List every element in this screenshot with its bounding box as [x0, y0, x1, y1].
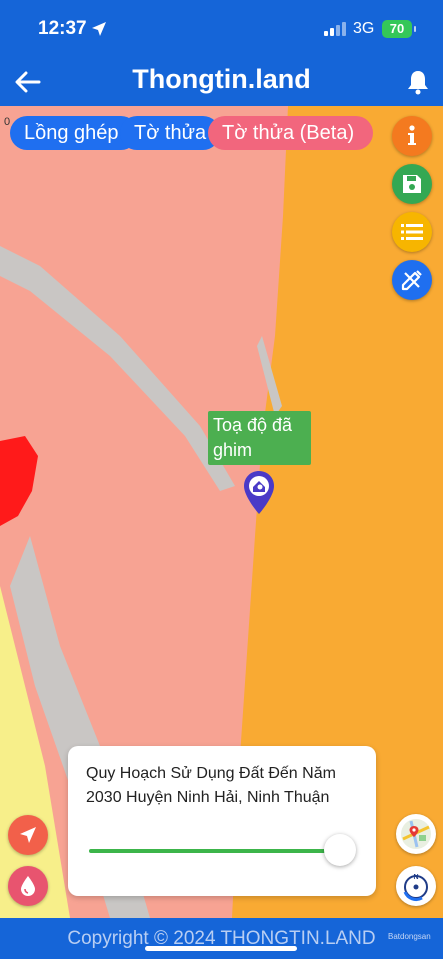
battery-indicator: 70: [382, 20, 416, 38]
status-bar: 12:37 3G 70: [0, 0, 443, 58]
notifications-button[interactable]: [402, 66, 434, 98]
compass-icon: N: [403, 874, 428, 901]
chip-to-thua[interactable]: Tờ thửa: [120, 116, 220, 150]
map-pin-icon[interactable]: [242, 470, 276, 516]
opacity-slider-track[interactable]: [89, 849, 339, 853]
app-title: Thongtin.land: [132, 64, 311, 94]
chip-long-ghep[interactable]: Lồng ghép: [10, 116, 138, 150]
water-drop-icon: [21, 876, 35, 896]
status-time: 12:37: [38, 18, 87, 39]
water-drop-button[interactable]: [8, 866, 48, 906]
pinned-coordinates-label: Toạ độ đã ghim: [208, 411, 311, 465]
save-icon: [403, 175, 421, 193]
measure-button[interactable]: [392, 260, 432, 300]
map-thumbnail-icon: [401, 819, 431, 849]
save-button[interactable]: [392, 164, 432, 204]
layers-list-button[interactable]: [392, 212, 432, 252]
app-bar: Thongtin.land: [0, 58, 443, 106]
info-icon: [408, 125, 416, 145]
list-icon: [401, 224, 423, 240]
chip-to-thua-beta[interactable]: Tờ thửa (Beta): [208, 116, 373, 150]
network-type: 3G: [353, 20, 375, 37]
svg-text:N: N: [413, 874, 418, 881]
info-button[interactable]: [392, 116, 432, 156]
compass-button[interactable]: N: [396, 866, 436, 906]
signal-icon: [324, 22, 346, 36]
planning-layer-panel: Quy Hoạch Sử Dụng Đất Đến Năm 2030 Huyện…: [68, 746, 376, 896]
watermark-text: Batdongsan: [388, 932, 431, 941]
location-arrow-icon: [92, 22, 106, 36]
map-corner-label: 0: [4, 116, 11, 128]
bell-icon: [408, 71, 428, 95]
map-view[interactable]: 0 Lồng ghép Tờ thửa Tờ thửa (Beta) Toạ đ…: [0, 106, 443, 918]
home-indicator[interactable]: [145, 946, 297, 951]
planning-layer-title: Quy Hoạch Sử Dụng Đất Đến Năm 2030 Huyện…: [86, 765, 336, 806]
my-location-button[interactable]: [8, 815, 48, 855]
pencil-ruler-icon: [401, 270, 422, 291]
footer: Copyright © 2024 THONGTIN.LAND Batdongsa…: [0, 918, 443, 959]
navigation-arrow-icon: [20, 827, 36, 843]
map-type-button[interactable]: [396, 814, 436, 854]
opacity-slider-thumb[interactable]: [324, 834, 356, 866]
